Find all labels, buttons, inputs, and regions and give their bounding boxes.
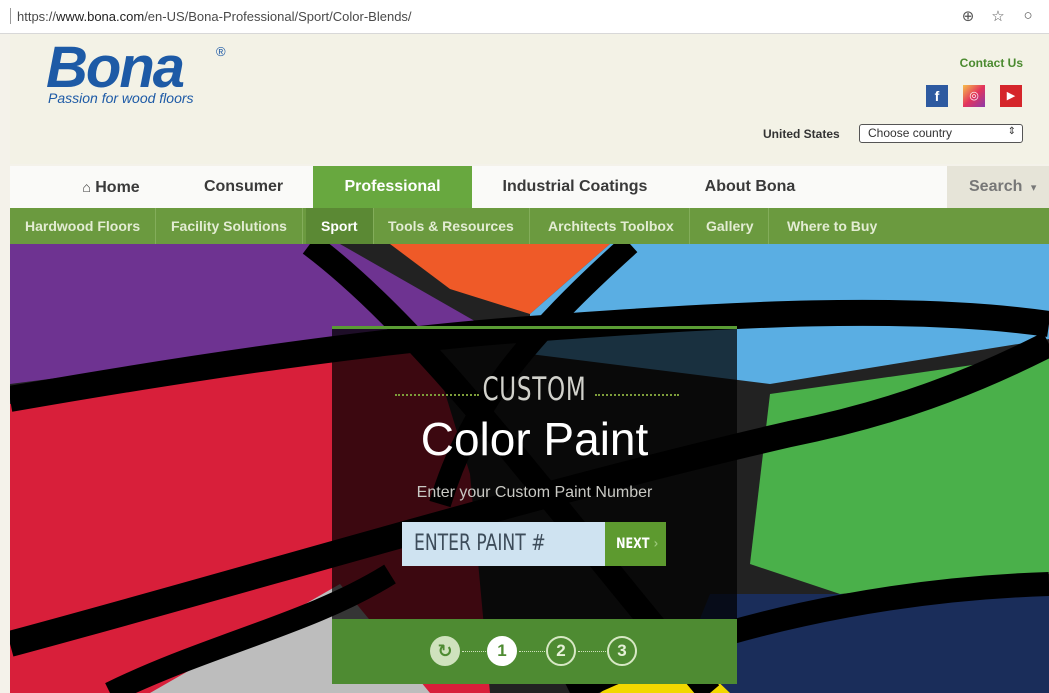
panel-subtitle: Enter your Custom Paint Number xyxy=(416,484,653,501)
green-shape xyxy=(750,354,1049,594)
url-prefix: https:// xyxy=(17,9,57,24)
zoom-icon[interactable]: ⊕ xyxy=(958,7,978,25)
chevron-right-icon: › xyxy=(654,536,659,552)
subnav-architects-toolbox[interactable]: Architects Toolbox xyxy=(533,208,690,244)
star-icon[interactable]: ☆ xyxy=(988,7,1008,25)
subnav-facility-solutions[interactable]: Facility Solutions xyxy=(156,208,303,244)
paint-number-input[interactable]: ENTER PAINT # xyxy=(402,522,605,566)
url-path: /en-US/Bona-Professional/Sport/Color-Ble… xyxy=(144,9,412,24)
url-text[interactable]: https://www.bona.com/en-US/Bona-Professi… xyxy=(17,9,412,24)
step-indicator: ↻ 1 2 3 xyxy=(332,619,737,684)
facebook-icon[interactable]: f xyxy=(926,85,948,107)
nav-item-consumer[interactable]: Consumer xyxy=(174,166,313,208)
chevron-down-icon: ▾ xyxy=(1030,182,1037,194)
url-host: www.bona.com xyxy=(56,9,145,24)
bona-logo[interactable]: Bona ® Passion for wood floors xyxy=(46,35,246,108)
search-label: Search xyxy=(969,178,1023,195)
subnav-tools-resources[interactable]: Tools & Resources xyxy=(373,208,530,244)
country-select-value: Choose country xyxy=(868,126,953,140)
subnav-gallery[interactable]: Gallery xyxy=(691,208,770,244)
paint-number-placeholder: ENTER PAINT # xyxy=(414,531,546,556)
current-country-label: United States xyxy=(763,127,840,141)
next-button[interactable]: NEXT › xyxy=(605,522,666,566)
step-2[interactable]: 2 xyxy=(546,636,576,666)
youtube-icon[interactable]: ▶ xyxy=(1000,85,1022,107)
subnav-where-to-buy[interactable]: Where to Buy xyxy=(772,208,892,244)
subnav-hardwood-floors[interactable]: Hardwood Floors xyxy=(10,208,157,244)
nav-item-home[interactable]: ⌂ Home xyxy=(48,166,174,208)
main-nav: ⌂ Home Consumer Professional Industrial … xyxy=(10,166,1049,208)
site-header: Bona ® Passion for wood floors Contact U… xyxy=(10,34,1049,164)
next-button-label: NEXT xyxy=(615,536,650,552)
search-button[interactable]: Search ▾ xyxy=(947,166,1049,208)
instagram-icon[interactable]: ◎ xyxy=(963,85,985,107)
url-cursor xyxy=(10,8,11,24)
country-select[interactable]: Choose country ⇕ xyxy=(859,124,1023,143)
reset-icon[interactable]: ↻ xyxy=(430,636,460,666)
browser-address-bar[interactable]: https://www.bona.com/en-US/Bona-Professi… xyxy=(0,0,1049,34)
subnav-sport[interactable]: Sport xyxy=(306,208,374,244)
home-icon: ⌂ xyxy=(82,179,91,195)
step-connector xyxy=(519,651,545,652)
custom-paint-panel: CUSTOM Color Paint Enter your Custom Pai… xyxy=(332,326,737,684)
hero-banner: CUSTOM Color Paint Enter your Custom Pai… xyxy=(10,244,1049,693)
panel-eyebrow: CUSTOM xyxy=(482,370,587,408)
step-connector xyxy=(462,651,486,652)
panel-title: Color Paint xyxy=(420,413,649,465)
step-3[interactable]: 3 xyxy=(607,636,637,666)
nav-item-about-bona[interactable]: About Bona xyxy=(678,166,822,208)
logo-registered-mark: ® xyxy=(216,44,226,59)
contact-us-link[interactable]: Contact Us xyxy=(960,56,1023,70)
nav-item-industrial-coatings[interactable]: Industrial Coatings xyxy=(472,166,678,208)
nav-item-professional[interactable]: Professional xyxy=(313,166,472,208)
extension-icon[interactable]: ○ xyxy=(1018,7,1038,24)
sub-nav: Hardwood Floors Facility Solutions Sport… xyxy=(10,208,1049,244)
step-connector xyxy=(578,651,606,652)
step-1[interactable]: 1 xyxy=(487,636,517,666)
logo-tagline: Passion for wood floors xyxy=(48,90,194,106)
select-arrows-icon: ⇕ xyxy=(1007,126,1016,137)
nav-item-label: Home xyxy=(95,179,140,196)
